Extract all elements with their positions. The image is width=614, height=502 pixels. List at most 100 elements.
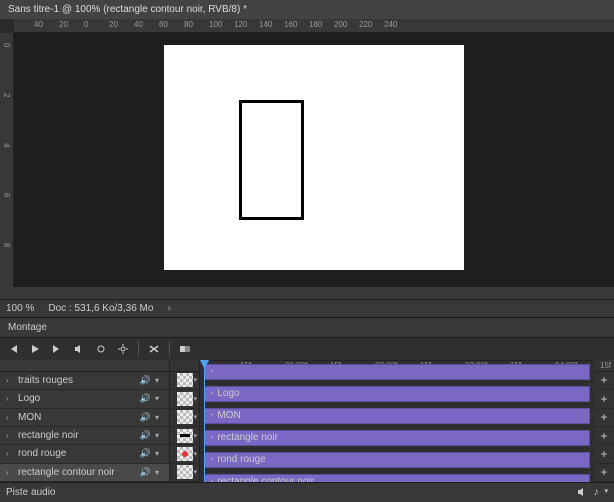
timeline-clip[interactable]: › rectangle noir (204, 430, 590, 446)
clip-label: rectangle contour noir (217, 476, 314, 482)
transition-button[interactable] (176, 341, 194, 357)
clip-expand-icon[interactable]: › (211, 390, 213, 397)
chevron-down-icon[interactable]: ▾ (193, 395, 197, 403)
layer-thumbnail[interactable]: ▾ (170, 445, 199, 463)
chevron-right-icon[interactable]: › (167, 303, 170, 314)
chevron-down-icon[interactable]: ▾ (155, 468, 163, 477)
layer-row[interactable]: ›rectangle noir🔊▾ (0, 427, 169, 445)
clip-label: MON (217, 410, 240, 421)
expand-icon[interactable]: › (6, 376, 14, 385)
audio-icon[interactable]: 🔊 (140, 467, 151, 478)
track-row[interactable]: › MON (200, 405, 594, 427)
chevron-down-icon[interactable]: ▾ (155, 394, 163, 403)
viewport[interactable] (14, 33, 614, 287)
timeline-clip[interactable]: › MON (204, 408, 590, 424)
audio-mute-icon[interactable] (577, 487, 587, 498)
clip-label: Logo (217, 388, 239, 399)
audio-icon[interactable]: 🔊 (140, 430, 151, 441)
layer-name: rond rouge (18, 448, 136, 459)
layer-thumbnail[interactable]: ▾ (170, 427, 199, 445)
clip-expand-icon[interactable]: › (211, 456, 213, 463)
panel-title: Montage (0, 317, 614, 338)
goto-start-button[interactable] (4, 341, 22, 357)
audio-icon[interactable]: 🔊 (140, 448, 151, 459)
chevron-down-icon[interactable]: ▾ (155, 431, 163, 440)
audio-icon[interactable]: 🔊 (140, 393, 151, 404)
track-row[interactable]: › rond rouge (200, 449, 594, 471)
layer-name: MON (18, 412, 136, 423)
ruler-horizontal: 4020020406080100120140160180200220240 (14, 19, 614, 33)
settings-button[interactable] (114, 341, 132, 357)
add-track-button[interactable]: + (594, 372, 614, 390)
layer-name: Logo (18, 393, 136, 404)
split-button[interactable] (145, 341, 163, 357)
layer-thumbnail[interactable]: ▾ (170, 390, 199, 408)
audio-icon[interactable]: 🔊 (140, 412, 151, 423)
zoom-level[interactable]: 100 % (6, 303, 34, 314)
canvas-area: 4020020406080100120140160180200220240 02… (0, 19, 614, 299)
loop-button[interactable] (92, 341, 110, 357)
chevron-down-icon[interactable]: ▾ (193, 376, 197, 384)
expand-icon[interactable]: › (6, 449, 14, 458)
chevron-down-icon[interactable]: ▾ (155, 376, 163, 385)
expand-icon[interactable]: › (6, 413, 14, 422)
play-button[interactable] (26, 341, 44, 357)
layer-row[interactable]: › traits rouges 🔊 ▾ (0, 372, 169, 390)
chevron-down-icon[interactable]: ▾ (193, 468, 197, 476)
clip-label: rond rouge (217, 454, 265, 465)
doc-info: Doc : 531,6 Ko/3,36 Mo (48, 303, 153, 314)
rectangle-contour-noir-shape[interactable] (239, 100, 304, 220)
chevron-down-icon[interactable]: ▾ (193, 413, 197, 421)
expand-icon[interactable]: › (6, 394, 14, 403)
chevron-down-icon[interactable]: ▾ (604, 487, 608, 498)
mute-button[interactable] (70, 341, 88, 357)
add-track-button[interactable]: + (594, 464, 614, 482)
expand-icon[interactable]: › (6, 431, 14, 440)
layer-row[interactable]: › rectangle contour noir 🔊 ▾ (0, 464, 169, 482)
add-track-button[interactable]: + (594, 409, 614, 427)
layer-thumbnail[interactable]: ▾ (170, 464, 199, 482)
chevron-down-icon[interactable]: ▾ (193, 450, 197, 458)
chevron-down-icon[interactable]: ▾ (155, 413, 163, 422)
layer-thumbnail[interactable]: ▾ (170, 409, 199, 427)
track-row[interactable]: › rectangle noir (200, 427, 594, 449)
artboard[interactable] (164, 45, 464, 270)
music-note-icon[interactable]: ♪ (593, 487, 598, 498)
clip-expand-icon[interactable]: › (211, 368, 213, 375)
timeline-clip[interactable]: › (204, 364, 590, 380)
goto-end-button[interactable] (48, 341, 66, 357)
ruler-vertical: 02468 (0, 33, 14, 287)
status-bar: 100 % Doc : 531,6 Ko/3,36 Mo › (0, 299, 614, 317)
tracks-column: 15f01:00f15f02:00f15f03:00f15f04:00f15f0… (200, 360, 594, 482)
transport-bar (0, 338, 614, 360)
track-row[interactable]: › (200, 361, 594, 383)
layers-column: › traits rouges 🔊 ▾ › Logo 🔊 ▾ › MON 🔊 ▾ › rectangle … (0, 360, 170, 482)
clip-expand-icon[interactable]: › (211, 478, 213, 482)
timeline-clip[interactable]: › Logo (204, 386, 590, 402)
window-title: Sans titre-1 @ 100% (rectangle contour n… (0, 0, 614, 19)
add-track-button[interactable]: + (594, 427, 614, 445)
layer-row[interactable]: › MON 🔊 ▾ (0, 409, 169, 427)
add-track-button[interactable]: + (594, 445, 614, 463)
timeline: › traits rouges 🔊 ▾ › Logo 🔊 ▾ › MON 🔊 ▾ › rectangle … (0, 360, 614, 482)
timeline-clip[interactable]: › rectangle contour noir (204, 474, 590, 483)
add-track-button[interactable]: + (594, 390, 614, 408)
clip-expand-icon[interactable]: › (211, 434, 213, 441)
chevron-down-icon[interactable]: ▾ (193, 432, 197, 440)
layer-name: rectangle contour noir (18, 467, 136, 478)
clip-expand-icon[interactable]: › (211, 412, 213, 419)
layer-name: traits rouges (18, 375, 136, 386)
thumbnails-column: ▾ ▾ ▾ ▾ ▾ ▾ (170, 360, 200, 482)
chevron-down-icon[interactable]: ▾ (155, 449, 163, 458)
clip-label: rectangle noir (217, 432, 278, 443)
expand-icon[interactable]: › (6, 468, 14, 477)
timeline-clip[interactable]: › rond rouge (204, 452, 590, 468)
track-row[interactable]: › Logo (200, 383, 594, 405)
scrollbar-horizontal[interactable] (0, 287, 614, 299)
layer-row[interactable]: › rond rouge 🔊 ▾ (0, 445, 169, 463)
layer-row[interactable]: › Logo 🔊 ▾ (0, 390, 169, 408)
track-row[interactable]: › rectangle contour noir (200, 471, 594, 482)
layer-thumbnail[interactable]: ▾ (170, 372, 199, 390)
audio-icon[interactable]: 🔊 (140, 375, 151, 386)
audio-track-row: Piste audio ♪ ▾ (0, 482, 614, 502)
